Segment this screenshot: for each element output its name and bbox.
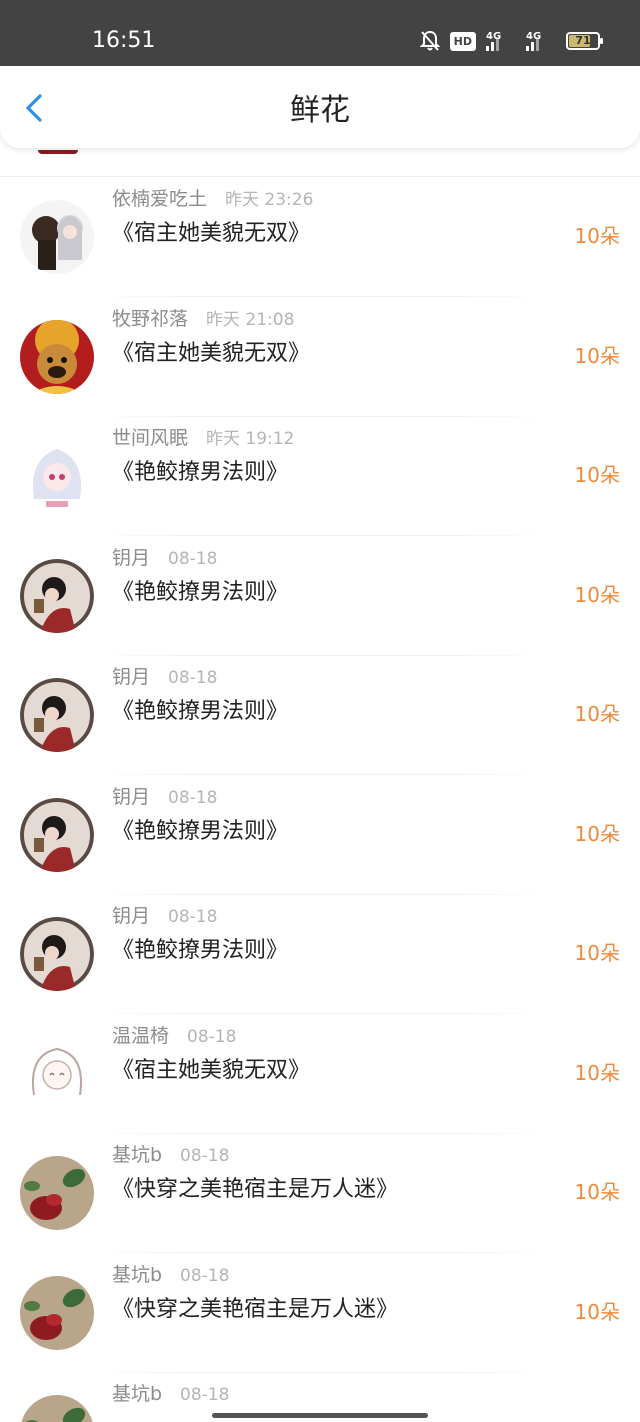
flower-count: 10朵 bbox=[574, 582, 620, 607]
timestamp: 08-18 bbox=[168, 907, 218, 927]
anime-girl-avatar[interactable] bbox=[20, 439, 94, 513]
status-icons: HD 4G 4G 71 bbox=[419, 28, 603, 54]
user-name[interactable]: 依楠爱吃土 bbox=[112, 186, 207, 212]
book-title[interactable]: 《艳鲛撩男法则》 bbox=[112, 577, 288, 609]
page-title: 鲜花 bbox=[290, 93, 350, 128]
timestamp: 08-18 bbox=[180, 1265, 230, 1286]
user-name[interactable]: 钥月 bbox=[112, 903, 150, 929]
list-item[interactable]: 钥月 08-18 《艳鲛撩男法则》 10朵 bbox=[0, 776, 640, 895]
list-item[interactable]: 钥月 08-18 《艳鲛撩男法则》 10朵 bbox=[0, 895, 640, 1014]
rose-avatar[interactable] bbox=[20, 1395, 94, 1422]
list-item[interactable]: 温温椅 08-18 《宿主她美貌无双》 10朵 bbox=[0, 1015, 640, 1134]
divider bbox=[0, 176, 640, 177]
list-item[interactable]: 世间风眠 昨天 19:12 《艳鲛撩男法则》 10朵 bbox=[0, 417, 640, 536]
book-title[interactable]: 《艳鲛撩男法则》 bbox=[112, 696, 288, 728]
nav-header: 鲜花 bbox=[0, 66, 640, 148]
woman-portrait-avatar[interactable] bbox=[20, 558, 94, 633]
signal-4g-icon: 4G bbox=[486, 29, 516, 53]
user-name[interactable]: 温温椅 bbox=[112, 1023, 169, 1049]
list-item[interactable]: 基坑b 08-18 《快穿之美艳宿主是万人迷》 10朵 bbox=[0, 1254, 640, 1373]
user-name[interactable]: 世间风眠 bbox=[112, 425, 188, 451]
list-item[interactable]: 基坑b 08-18 《快穿之美艳宿主是万人迷》 10朵 bbox=[0, 1134, 640, 1253]
battery-icon: 71 bbox=[566, 29, 603, 53]
user-name[interactable]: 牧野祁落 bbox=[112, 306, 188, 332]
flower-count: 10朵 bbox=[574, 941, 620, 965]
timestamp: 08-18 bbox=[168, 787, 218, 808]
timestamp: 08-18 bbox=[180, 1385, 230, 1405]
book-title[interactable]: 《艳鲛撩男法则》 bbox=[112, 935, 288, 967]
user-name[interactable]: 基坑b bbox=[112, 1262, 162, 1288]
list-item[interactable]: 钥月 08-18 《艳鲛撩男法则》 10朵 bbox=[0, 537, 640, 656]
flower-count: 10朵 bbox=[574, 1299, 620, 1324]
timestamp: 昨天 23:26 bbox=[225, 190, 314, 210]
timestamp: 昨天 19:12 bbox=[206, 429, 295, 449]
signal-4g-icon-2: 4G bbox=[526, 29, 556, 53]
partial-avatar bbox=[38, 150, 78, 154]
user-name[interactable]: 基坑b bbox=[112, 1142, 162, 1168]
list-item[interactable]: 钥月 08-18 《艳鲛撩男法则》 10朵 bbox=[0, 656, 640, 775]
book-title[interactable]: 《艳鲛撩男法则》 bbox=[112, 816, 288, 848]
status-bar: 16:51 HD 4G 4G 71 bbox=[0, 0, 640, 66]
sketch-girl-avatar[interactable] bbox=[20, 1036, 94, 1111]
user-name[interactable]: 基坑b bbox=[112, 1381, 162, 1407]
dog-avatar[interactable] bbox=[20, 319, 94, 394]
timestamp: 08-18 bbox=[168, 668, 218, 688]
user-name[interactable]: 钥月 bbox=[112, 545, 150, 571]
anime-couple-avatar[interactable] bbox=[20, 200, 94, 274]
user-name[interactable]: 钥月 bbox=[112, 664, 150, 690]
book-title[interactable]: 《宿主她美貌无双》 bbox=[112, 218, 310, 250]
flower-count: 10朵 bbox=[574, 463, 620, 487]
list-item[interactable]: 牧野祁落 昨天 21:08 《宿主她美貌无双》 10朵 bbox=[0, 298, 640, 417]
bell-muted-icon bbox=[419, 29, 440, 53]
rose-avatar[interactable] bbox=[20, 1156, 94, 1230]
list-item[interactable]: 依楠爱吃土 昨天 23:26 《宿主她美貌无双》 10朵 bbox=[0, 178, 640, 297]
home-indicator[interactable] bbox=[212, 1413, 428, 1418]
woman-portrait-avatar[interactable] bbox=[20, 678, 94, 752]
user-name[interactable]: 钥月 bbox=[112, 784, 150, 810]
flower-count: 10朵 bbox=[574, 702, 620, 726]
rose-avatar[interactable] bbox=[20, 1275, 94, 1350]
book-title[interactable]: 《宿主她美貌无双》 bbox=[112, 338, 310, 370]
timestamp: 08-18 bbox=[187, 1026, 237, 1047]
book-title[interactable]: 《快穿之美艳宿主是万人迷》 bbox=[112, 1294, 398, 1326]
flower-count: 10朵 bbox=[574, 1180, 620, 1204]
timestamp: 08-18 bbox=[168, 548, 218, 569]
timestamp: 08-18 bbox=[180, 1146, 230, 1166]
flower-count: 10朵 bbox=[574, 343, 620, 368]
book-title[interactable]: 《快穿之美艳宿主是万人迷》 bbox=[112, 1174, 398, 1206]
timestamp: 昨天 21:08 bbox=[206, 309, 295, 330]
woman-portrait-avatar[interactable] bbox=[20, 797, 94, 872]
flower-count: 10朵 bbox=[574, 1060, 620, 1085]
hd-icon: HD bbox=[449, 29, 476, 53]
flower-count: 10朵 bbox=[574, 821, 620, 846]
book-title[interactable]: 《宿主她美貌无双》 bbox=[112, 1055, 310, 1087]
woman-portrait-avatar[interactable] bbox=[20, 917, 94, 991]
book-title[interactable]: 《艳鲛撩男法则》 bbox=[112, 457, 288, 489]
status-time: 16:51 bbox=[92, 28, 156, 53]
flower-count: 10朵 bbox=[574, 224, 620, 248]
